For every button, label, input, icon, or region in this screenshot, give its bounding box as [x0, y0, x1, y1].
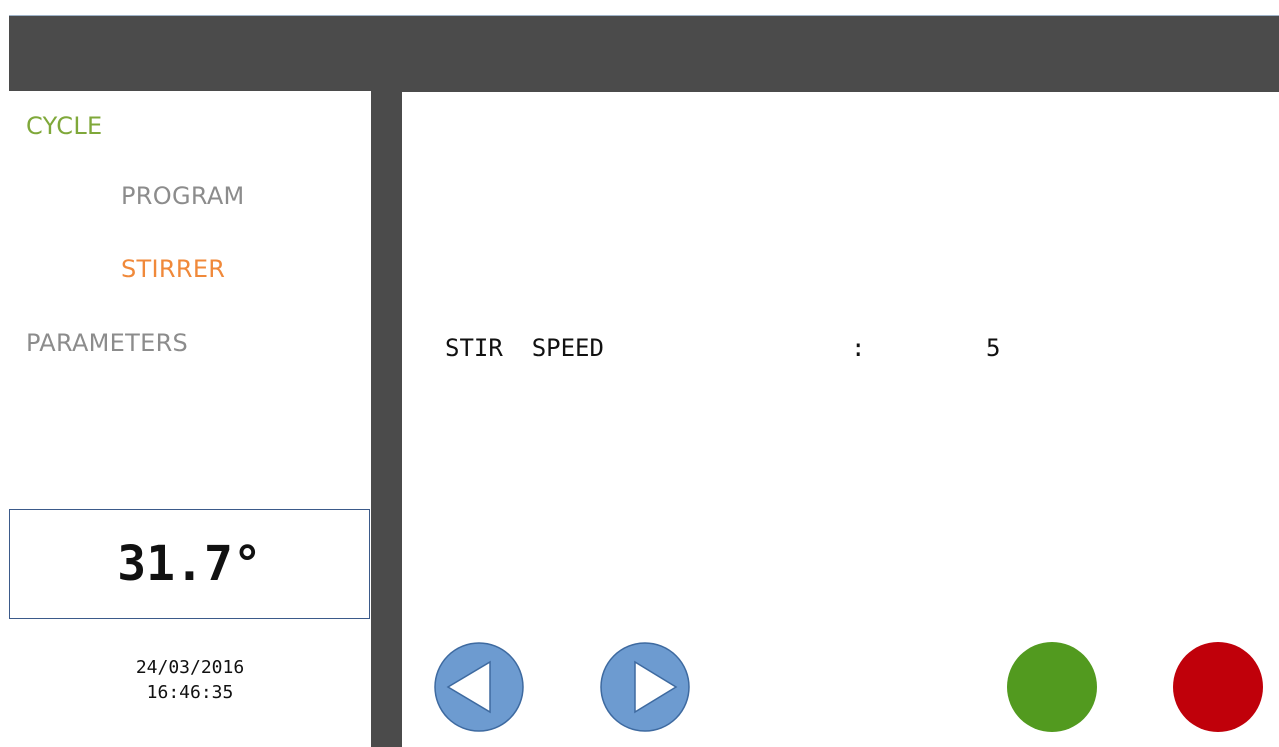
menu-parameters[interactable]: PARAMETERS — [26, 329, 188, 357]
menu-stirrer[interactable]: STIRRER — [121, 255, 225, 283]
prev-button[interactable] — [434, 642, 524, 732]
time-text: 16:46:35 — [146, 682, 234, 703]
temperature-value: 31.7° — [117, 536, 262, 592]
panel-divider — [371, 91, 402, 747]
date-text: 24/03/2016 — [135, 657, 245, 678]
header-bar — [9, 15, 1279, 92]
param-separator: : — [851, 334, 866, 362]
stir-speed-label: STIR SPEED — [445, 334, 604, 362]
confirm-button[interactable] — [1007, 642, 1097, 732]
menu-cycle[interactable]: CYCLE — [26, 112, 102, 140]
triangle-left-icon — [434, 642, 524, 732]
cancel-button[interactable] — [1173, 642, 1263, 732]
datetime-display: 24/03/2016 16:46:35 — [9, 655, 371, 705]
next-button[interactable] — [600, 642, 690, 732]
stir-speed-value[interactable]: 5 — [986, 334, 1000, 362]
temperature-display: 31.7° — [9, 509, 370, 619]
triangle-right-icon — [600, 642, 690, 732]
menu-program[interactable]: PROGRAM — [121, 182, 245, 210]
